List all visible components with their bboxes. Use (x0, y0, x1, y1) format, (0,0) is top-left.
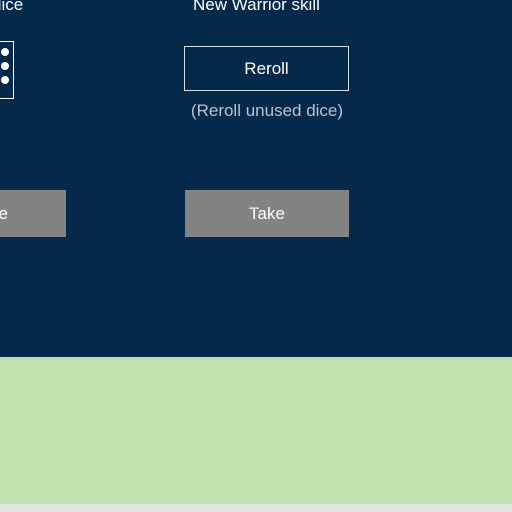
bottom-panel (0, 357, 512, 504)
new-skill-heading: New Warrior skill (193, 0, 320, 14)
take-button[interactable]: Take (185, 190, 349, 237)
skill-panel: dice New Warrior skill Reroll (Reroll un… (0, 0, 512, 357)
dice-icon[interactable] (0, 41, 14, 99)
reroll-hint: (Reroll unused dice) (190, 101, 344, 120)
left-action-label: e (0, 203, 8, 223)
bottom-strip (0, 504, 512, 512)
dice-pip (1, 62, 9, 70)
dice-heading: dice (0, 0, 24, 14)
dice-pip (1, 48, 9, 56)
reroll-button[interactable]: Reroll (184, 46, 349, 91)
left-action-button[interactable]: e (0, 190, 66, 237)
game-screen: dice New Warrior skill Reroll (Reroll un… (0, 0, 512, 512)
dice-pip (1, 76, 9, 84)
